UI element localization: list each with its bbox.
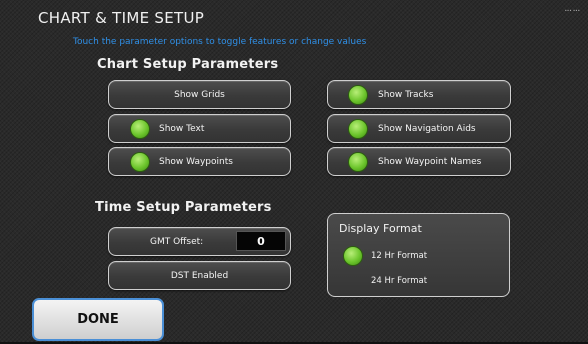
done-button[interactable]: DONE <box>32 298 164 341</box>
show-waypoints-button[interactable]: Show Waypoints <box>108 147 291 176</box>
show-tracks-label: Show Tracks <box>378 89 434 100</box>
show-grids-button[interactable]: Show Grids <box>108 80 291 109</box>
enabled-indicator-icon <box>348 84 368 105</box>
chart-setup-heading: Chart Setup Parameters <box>97 57 279 72</box>
24-hr-format-option[interactable]: 24 Hr Format <box>371 274 427 288</box>
gmt-offset-label: GMT Offset: <box>150 236 204 247</box>
dst-enabled-label: DST Enabled <box>170 270 229 281</box>
selected-indicator-icon <box>343 246 363 266</box>
gmt-offset-control[interactable]: GMT Offset: 0 <box>108 227 291 256</box>
display-format-panel: Display Format 12 Hr Format 24 Hr Format <box>327 213 510 297</box>
time-setup-heading: Time Setup Parameters <box>95 200 272 215</box>
show-waypoints-label: Show Waypoints <box>159 156 233 167</box>
show-grids-label: Show Grids <box>174 89 225 100</box>
enabled-indicator-icon <box>130 118 150 139</box>
show-navigation-aids-button[interactable]: Show Navigation Aids <box>327 114 511 143</box>
show-text-button[interactable]: Show Text <box>108 114 291 143</box>
show-navigation-aids-label: Show Navigation Aids <box>378 123 476 134</box>
enabled-indicator-icon <box>130 151 150 172</box>
24-hr-format-label: 24 Hr Format <box>371 276 428 286</box>
page-title: CHART & TIME SETUP <box>38 9 205 27</box>
display-format-heading: Display Format <box>339 222 422 235</box>
12-hr-format-label: 12 Hr Format <box>371 251 428 261</box>
12-hr-format-option[interactable]: 12 Hr Format <box>343 245 427 267</box>
gmt-offset-value[interactable]: 0 <box>236 231 286 251</box>
enabled-indicator-icon <box>348 118 368 139</box>
status-indicator: ••• ••• <box>564 8 580 13</box>
enabled-indicator-icon <box>348 151 368 172</box>
show-text-label: Show Text <box>159 123 205 134</box>
instructions-text: Touch the parameter options to toggle fe… <box>73 37 367 47</box>
show-waypoint-names-label: Show Waypoint Names <box>378 156 482 167</box>
show-tracks-button[interactable]: Show Tracks <box>327 80 511 109</box>
dst-enabled-button[interactable]: DST Enabled <box>108 261 291 290</box>
show-waypoint-names-button[interactable]: Show Waypoint Names <box>327 147 511 176</box>
